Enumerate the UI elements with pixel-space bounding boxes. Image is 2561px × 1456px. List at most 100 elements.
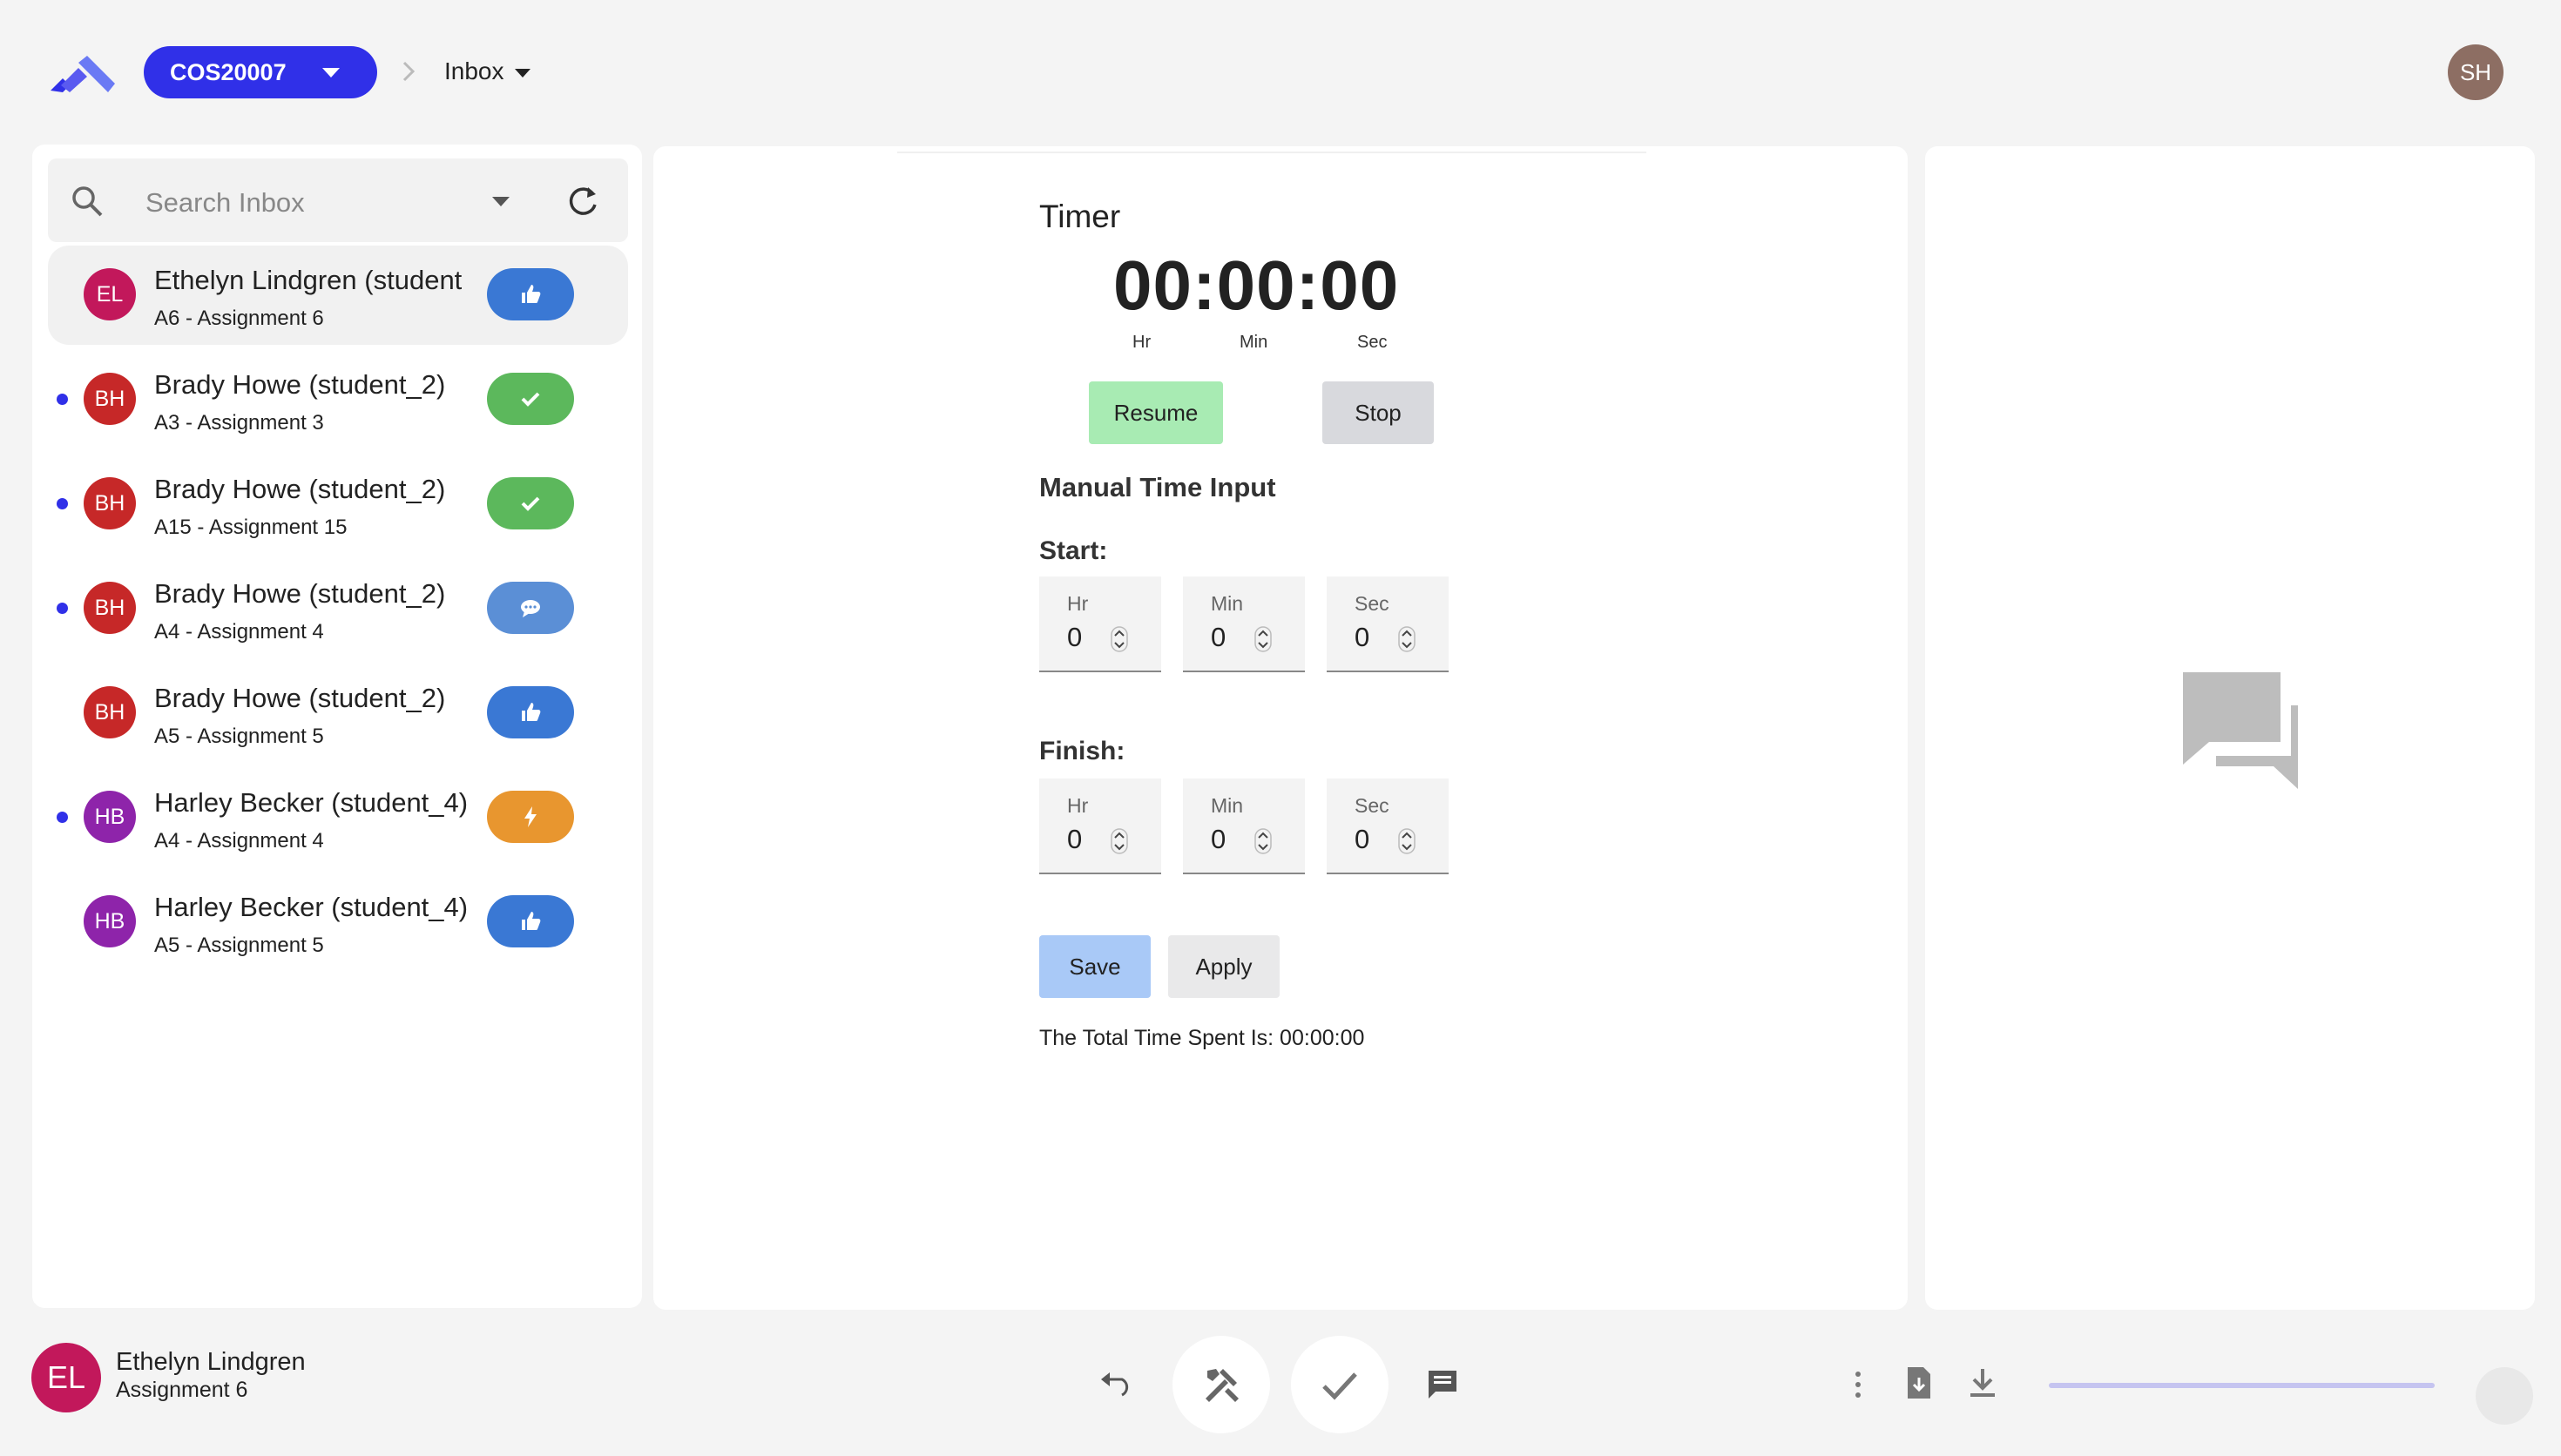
assignment-label: A5 - Assignment 5 [154, 725, 324, 748]
list-item[interactable]: BH Brady Howe (student_2) A5 - Assignment … [32, 660, 642, 765]
field-label: Hr [1067, 592, 1089, 615]
comments-panel [1925, 146, 2535, 1310]
list-item[interactable]: BH Brady Howe (student_2) A15 - Assignment… [32, 451, 642, 556]
check-icon [521, 392, 540, 407]
stop-button[interactable]: Stop [1322, 381, 1434, 444]
app-logo[interactable] [49, 52, 117, 96]
unread-dot [57, 498, 68, 509]
bottom-bar: EL Ethelyn Lindgren Assignment 6 [0, 1315, 2561, 1456]
message-list: EL Ethelyn Lindgren (student A6 - Assignme… [32, 242, 642, 974]
field-label: Min [1211, 592, 1244, 615]
user-avatar[interactable]: SH [2448, 44, 2504, 100]
unread-dot [57, 394, 68, 405]
breadcrumb-inbox[interactable]: Inbox [444, 57, 530, 85]
avatar: HB [84, 895, 136, 947]
finish-min-field[interactable]: Min 0 [1183, 779, 1305, 874]
finish-hr-field[interactable]: Hr 0 [1039, 779, 1161, 874]
unread-dot [57, 603, 68, 614]
undo-icon[interactable] [1099, 1369, 1134, 1397]
apply-button[interactable]: Apply [1168, 935, 1280, 998]
download-icon[interactable] [1967, 1365, 1998, 1400]
student-name: Ethelyn Lindgren (student [154, 265, 463, 295]
assignment-label: A5 - Assignment 5 [154, 934, 324, 957]
thumbs-up-icon [522, 912, 541, 930]
start-sec-field[interactable]: Sec 0 [1327, 576, 1449, 672]
student-avatar: EL [31, 1343, 101, 1412]
status-badge[interactable] [487, 268, 574, 320]
manual-time-title: Manual Time Input [1039, 472, 1276, 502]
student-name: Ethelyn Lindgren [116, 1348, 306, 1376]
avatar: BH [84, 477, 136, 529]
student-initials: EL [46, 1359, 86, 1395]
progress-fill [2049, 1383, 2435, 1388]
timer-title: Timer [1039, 199, 1121, 234]
start-hr-field[interactable]: Hr 0 [1039, 576, 1161, 672]
chevron-right-icon [402, 61, 416, 82]
assignment-label: A3 - Assignment 3 [154, 411, 324, 435]
timer-display: 00:00:00 [1113, 246, 1400, 324]
lightning-icon [524, 806, 537, 827]
total-time-text: The Total Time Spent Is: 00:00:00 [1039, 1026, 1365, 1050]
field-value: 0 [1067, 824, 1083, 854]
student-name: Brady Howe (student_2) [154, 369, 446, 400]
timer-unit-min: Min [1240, 333, 1268, 352]
assignment-name: Assignment 6 [116, 1378, 248, 1402]
comment-icon[interactable] [1425, 1367, 1460, 1402]
assignment-label: A6 - Assignment 6 [154, 307, 324, 330]
avatar-initials: BH [94, 699, 125, 725]
search-bar[interactable]: Search Inbox [48, 158, 628, 242]
list-item[interactable]: HB Harley Becker (student_4) A4 - Assignme… [32, 765, 642, 869]
student-name: Harley Becker (student_4) [154, 787, 469, 818]
spinner-icon[interactable] [1254, 626, 1272, 652]
tools-button[interactable] [1172, 1336, 1270, 1433]
student-name: Brady Howe (student_2) [154, 683, 446, 713]
save-button[interactable]: Save [1039, 935, 1151, 998]
check-icon [521, 496, 540, 511]
avatar: BH [84, 582, 136, 634]
start-min-field[interactable]: Min 0 [1183, 576, 1305, 672]
status-circle[interactable] [2476, 1367, 2533, 1425]
status-badge[interactable] [487, 477, 574, 529]
list-item[interactable]: EL Ethelyn Lindgren (student A6 - Assignme… [32, 242, 642, 347]
field-value: 0 [1067, 622, 1083, 652]
more-vert-icon[interactable] [1847, 1367, 1869, 1402]
field-value: 0 [1211, 622, 1226, 652]
filter-dropdown-icon[interactable] [492, 197, 510, 206]
spinner-icon[interactable] [1398, 626, 1416, 652]
list-item[interactable]: HB Harley Becker (student_4) A5 - Assignme… [32, 869, 642, 974]
status-badge[interactable] [487, 373, 574, 425]
search-icon [72, 186, 103, 217]
spinner-icon[interactable] [1111, 626, 1128, 652]
avatar: BH [84, 373, 136, 425]
list-item[interactable]: BH Brady Howe (student_2) A4 - Assignment … [32, 556, 642, 660]
search-input[interactable]: Search Inbox [145, 187, 305, 219]
inbox-panel: Search Inbox EL Ethelyn Lindgren (student… [32, 145, 642, 1308]
avatar: HB [84, 791, 136, 843]
user-initials: SH [2459, 58, 2492, 85]
student-name: Brady Howe (student_2) [154, 474, 446, 504]
spinner-icon[interactable] [1398, 828, 1416, 854]
spinner-icon[interactable] [1254, 828, 1272, 854]
finish-sec-field[interactable]: Sec 0 [1327, 779, 1449, 874]
list-item[interactable]: BH Brady Howe (student_2) A3 - Assignment … [32, 347, 642, 451]
tools-icon [1206, 1369, 1239, 1402]
timer-unit-hr: Hr [1132, 333, 1152, 352]
avatar-initials: BH [94, 386, 125, 411]
approve-button[interactable] [1291, 1336, 1389, 1433]
resume-button[interactable]: Resume [1089, 381, 1223, 444]
unread-dot [57, 812, 68, 823]
status-badge[interactable] [487, 686, 574, 738]
file-upload-icon[interactable] [1904, 1365, 1934, 1400]
spinner-icon[interactable] [1111, 828, 1128, 854]
field-value: 0 [1211, 824, 1226, 854]
avatar-initials: EL [96, 281, 124, 307]
status-badge[interactable] [487, 895, 574, 947]
field-label: Min [1211, 794, 1244, 817]
status-badge[interactable] [487, 791, 574, 843]
course-selector-button[interactable]: COS20007 [144, 46, 377, 98]
assignment-label: A4 - Assignment 4 [154, 620, 324, 644]
field-value: 0 [1355, 622, 1370, 652]
status-badge[interactable] [487, 582, 574, 634]
avatar-initials: BH [94, 595, 125, 620]
refresh-icon[interactable] [565, 184, 600, 219]
